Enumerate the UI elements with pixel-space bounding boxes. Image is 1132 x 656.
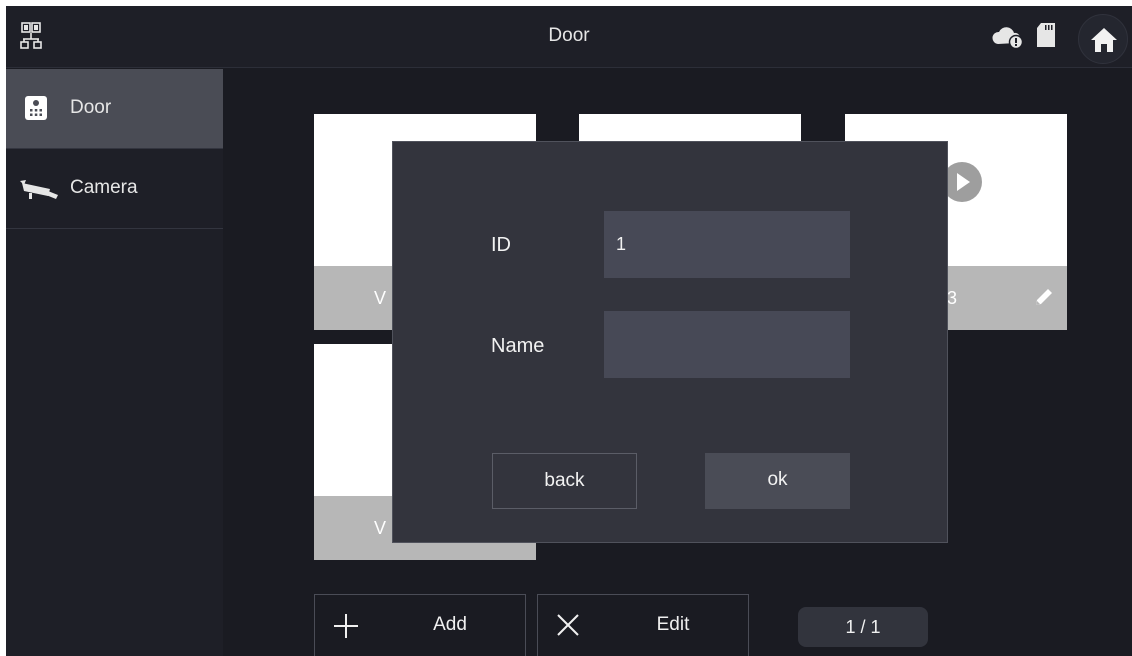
- name-label: Name: [491, 335, 545, 357]
- cloud-icon: [992, 27, 1024, 50]
- home-button[interactable]: [1078, 14, 1128, 64]
- edit-button[interactable]: Edit: [537, 594, 749, 656]
- tile-name: V: [374, 518, 387, 538]
- page-title: Door: [548, 25, 590, 46]
- back-button[interactable]: back: [492, 453, 637, 509]
- sd-card-icon: [1037, 23, 1055, 47]
- add-button[interactable]: Add: [314, 594, 526, 656]
- add-label: Add: [433, 614, 467, 635]
- tile-name: V: [374, 288, 387, 308]
- close-icon: [557, 614, 579, 636]
- name-input[interactable]: [604, 311, 850, 378]
- sidebar-item-label: Camera: [70, 177, 138, 198]
- play-icon[interactable]: [942, 162, 982, 202]
- pencil-icon[interactable]: [1033, 286, 1055, 308]
- ok-button[interactable]: ok: [705, 453, 850, 509]
- sidebar-item-camera[interactable]: Camera: [6, 149, 223, 229]
- add-door-dialog: ID Name back ok: [392, 141, 948, 543]
- camera-icon: [20, 180, 58, 199]
- sidebar: Door Camera: [6, 69, 223, 656]
- page-indicator: 1 / 1: [798, 607, 928, 647]
- id-input[interactable]: [604, 211, 850, 278]
- sidebar-item-label: Door: [70, 97, 112, 118]
- top-bar: Door: [6, 6, 1132, 68]
- door-screen: Door Door Camera V 3 V Add Edit 1 / 1 ID…: [6, 6, 1132, 656]
- network-icon: [20, 22, 42, 49]
- door-station-icon: [25, 96, 47, 120]
- tile-name: 3: [947, 288, 958, 308]
- id-label: ID: [491, 234, 511, 256]
- home-icon: [1091, 28, 1117, 52]
- plus-icon: [334, 614, 358, 638]
- edit-label: Edit: [656, 614, 690, 635]
- sidebar-item-door[interactable]: Door: [6, 69, 223, 149]
